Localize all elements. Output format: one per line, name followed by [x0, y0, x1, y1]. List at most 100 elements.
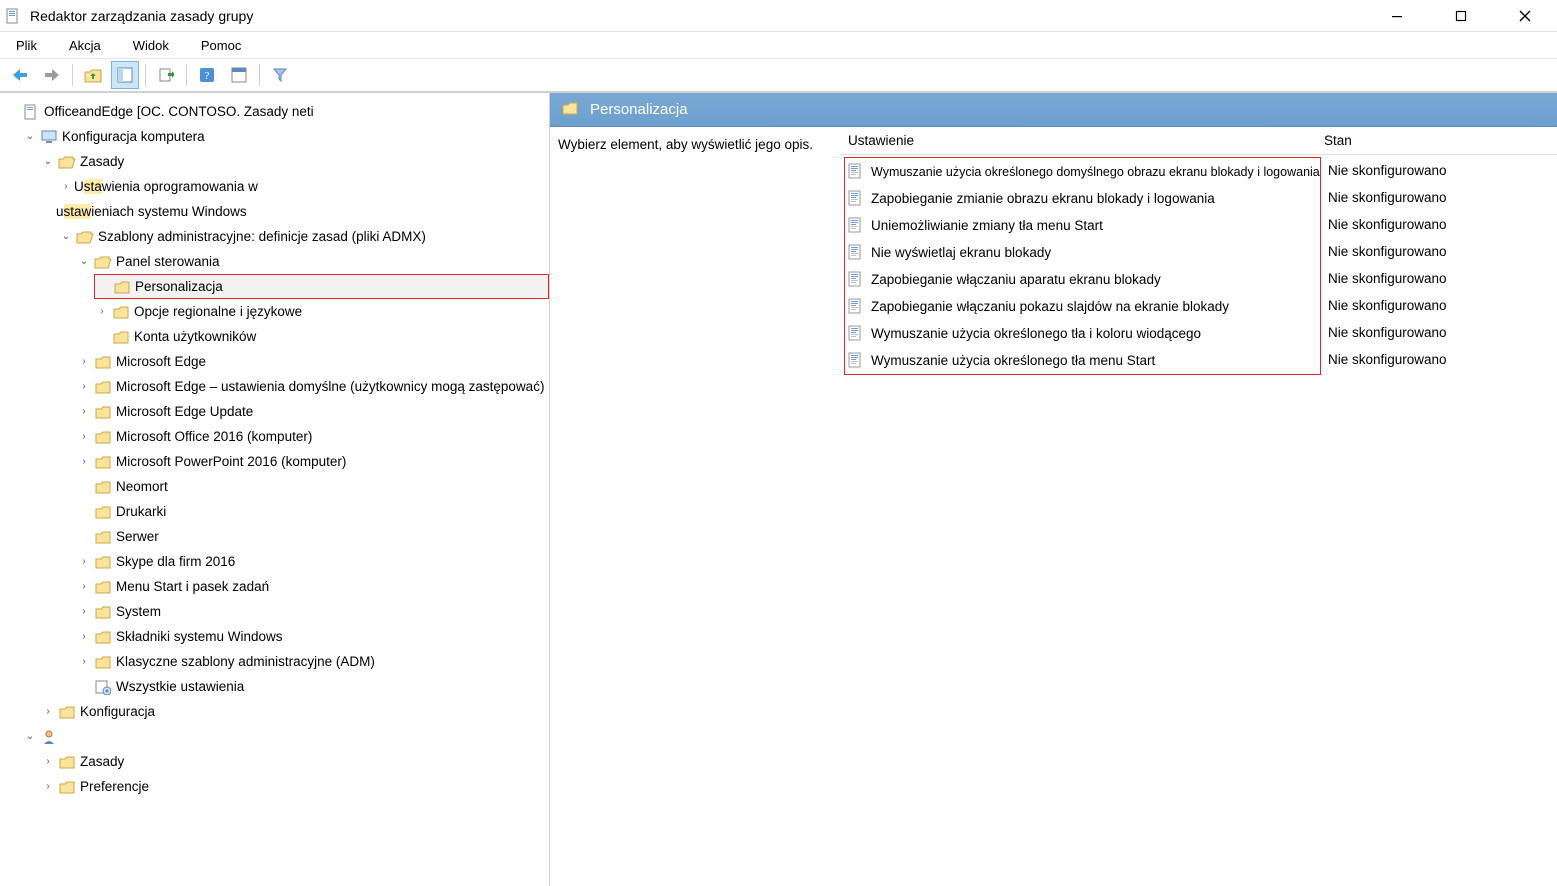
chevron-right-icon[interactable]: ›: [40, 779, 56, 795]
tree-system[interactable]: ›System: [76, 599, 549, 624]
tree-root[interactable]: OfficeandEdge [OC. CONTOSO. Zasady neti: [4, 99, 549, 124]
tree-user-config[interactable]: ⌄: [22, 724, 549, 749]
properties-button[interactable]: [225, 61, 253, 89]
folder-open-icon: [94, 253, 112, 271]
chevron-right-icon[interactable]: ›: [94, 304, 110, 320]
tree-control-panel[interactable]: ⌄ Panel sterowania: [76, 249, 549, 274]
list-item[interactable]: Uniemożliwianie zmiany tła menu Start: [845, 212, 1320, 239]
tree-start-taskbar[interactable]: ›Menu Start i pasek zadań: [76, 574, 549, 599]
tree-edge-default[interactable]: ›Microsoft Edge – ustawienia domyślne (u…: [76, 374, 549, 399]
menu-view[interactable]: Widok: [129, 36, 173, 55]
settings-list[interactable]: Ustawienie Stan Wymuszanie użycia określ…: [840, 127, 1557, 886]
tree-personalization[interactable]: Personalizacja: [94, 274, 549, 299]
svg-text:?: ?: [205, 70, 210, 82]
tree-office-2016[interactable]: ›Microsoft Office 2016 (komputer): [76, 424, 549, 449]
chevron-right-icon[interactable]: ›: [40, 704, 56, 720]
tree-software-settings[interactable]: › Ustawienia oprogramowania w: [58, 174, 549, 199]
folder-icon: [112, 328, 130, 346]
list-item[interactable]: Zapobieganie zmianie obrazu ekranu bloka…: [845, 185, 1320, 212]
maximize-button[interactable]: [1441, 2, 1481, 30]
nav-forward-button[interactable]: [38, 61, 66, 89]
export-button[interactable]: [152, 61, 180, 89]
setting-label: Zapobieganie zmianie obrazu ekranu bloka…: [871, 191, 1215, 206]
tree-printers[interactable]: Drukarki: [76, 499, 549, 524]
list-item[interactable]: Nie wyświetlaj ekranu blokady: [845, 239, 1320, 266]
folder-icon: [94, 628, 112, 646]
folder-icon: [94, 403, 112, 421]
tree-windows-settings[interactable]: ustawieniach systemu Windows: [58, 199, 549, 224]
minimize-button[interactable]: [1377, 2, 1417, 30]
tree-configuration[interactable]: › Konfiguracja: [40, 699, 549, 724]
help-button[interactable]: ?: [193, 61, 221, 89]
chevron-right-icon[interactable]: ›: [76, 604, 92, 620]
up-folder-button[interactable]: [79, 61, 107, 89]
chevron-right-icon[interactable]: ›: [76, 654, 92, 670]
chevron-right-icon[interactable]: ›: [76, 429, 92, 445]
tree-all-settings[interactable]: Wszystkie ustawienia: [76, 674, 549, 699]
tree-admin-templates[interactable]: ⌄ Szablony administracyjne: definicje za…: [58, 224, 549, 249]
menu-file[interactable]: Plik: [12, 36, 41, 55]
chevron-right-icon[interactable]: ›: [76, 379, 92, 395]
tree-label: Serwer: [116, 529, 159, 544]
chevron-right-icon[interactable]: ›: [76, 354, 92, 370]
tree-regional-lang[interactable]: › Opcje regionalne i językowe: [94, 299, 549, 324]
chevron-right-icon[interactable]: ›: [58, 179, 74, 195]
filter-button[interactable]: [266, 61, 294, 89]
menubar: Plik Akcja Widok Pomoc: [0, 32, 1557, 58]
col-setting[interactable]: Ustawienie: [844, 133, 1324, 148]
tree-policies[interactable]: ⌄ Zasady: [40, 149, 549, 174]
close-button[interactable]: [1505, 2, 1545, 30]
blank-toggle: [76, 479, 92, 495]
chevron-right-icon[interactable]: ›: [76, 629, 92, 645]
tree-computer-config[interactable]: ⌄ Konfiguracja komputera: [22, 124, 549, 149]
tree-skype[interactable]: ›Skype dla firm 2016: [76, 549, 549, 574]
tree-user-policies[interactable]: › Zasady: [40, 749, 549, 774]
tree-win-components[interactable]: › Składniki systemu Windows: [76, 624, 549, 649]
setting-state: Nie skonfigurowano: [1328, 238, 1447, 265]
tree-pane[interactable]: OfficeandEdge [OC. CONTOSO. Zasady neti …: [0, 93, 550, 886]
list-item[interactable]: Zapobieganie włączaniu pokazu slajdów na…: [845, 293, 1320, 320]
tree-edge-update[interactable]: ›Microsoft Edge Update: [76, 399, 549, 424]
chevron-right-icon[interactable]: ›: [76, 454, 92, 470]
tree-server[interactable]: Serwer: [76, 524, 549, 549]
list-header[interactable]: Ustawienie Stan: [840, 127, 1557, 155]
col-state[interactable]: Stan: [1324, 133, 1504, 148]
chevron-down-icon[interactable]: ⌄: [58, 229, 74, 245]
menu-help[interactable]: Pomoc: [197, 36, 245, 55]
tree-user-preferences[interactable]: › Preferencje: [40, 774, 549, 799]
tree-toggle-icon[interactable]: [4, 104, 20, 120]
chevron-right-icon[interactable]: ›: [76, 579, 92, 595]
folder-icon: [94, 378, 112, 396]
tree-label: ustawieniach systemu Windows: [56, 204, 247, 219]
chevron-down-icon[interactable]: ⌄: [40, 154, 56, 170]
list-item[interactable]: Wymuszanie użycia określonego tła i kolo…: [845, 320, 1320, 347]
tree-neomort[interactable]: Neomort: [76, 474, 549, 499]
tree-label: Konfiguracja: [80, 704, 155, 719]
setting-icon: [847, 298, 865, 316]
settings-list-icon: [94, 678, 112, 696]
list-item[interactable]: Wymuszanie użycia określonego domyślnego…: [845, 158, 1320, 185]
tree-label: Składniki systemu Windows: [116, 629, 283, 644]
chevron-down-icon[interactable]: ⌄: [76, 254, 92, 270]
user-icon: [40, 728, 58, 746]
list-item[interactable]: Zapobieganie włączaniu aparatu ekranu bl…: [845, 266, 1320, 293]
tree-ppt-2016[interactable]: ›Microsoft PowerPoint 2016 (komputer): [76, 449, 549, 474]
tree-label: Preferencje: [80, 779, 149, 794]
folder-icon: [562, 101, 580, 119]
tree-edge[interactable]: ›Microsoft Edge: [76, 349, 549, 374]
menu-action[interactable]: Akcja: [65, 36, 105, 55]
nav-back-button[interactable]: [6, 61, 34, 89]
tree-classic-adm[interactable]: ›Klasyczne szablony administracyjne (ADM…: [76, 649, 549, 674]
chevron-down-icon[interactable]: ⌄: [22, 129, 38, 145]
setting-state: Nie skonfigurowano: [1328, 211, 1447, 238]
chevron-down-icon[interactable]: ⌄: [22, 729, 38, 745]
chevron-right-icon[interactable]: ›: [76, 404, 92, 420]
chevron-right-icon[interactable]: ›: [40, 754, 56, 770]
show-tree-button[interactable]: [111, 61, 139, 89]
tree-user-accounts[interactable]: Konta użytkowników: [94, 324, 549, 349]
list-item[interactable]: Wymuszanie użycia określonego tła menu S…: [845, 347, 1320, 374]
tree-label: Zasady: [80, 754, 124, 769]
chevron-right-icon[interactable]: ›: [76, 554, 92, 570]
details-header: Personalizacja: [550, 93, 1557, 127]
tree-label: Ustawienia oprogramowania w: [74, 179, 258, 194]
